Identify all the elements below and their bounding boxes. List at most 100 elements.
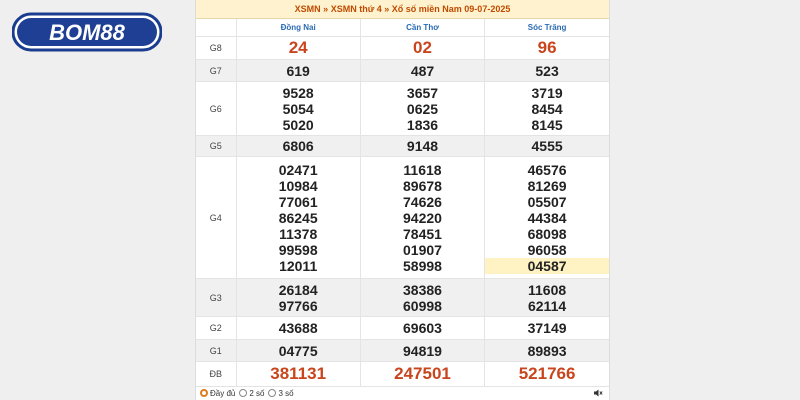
prize-value: 11608 [527,281,567,298]
prize-value: 487 [360,59,486,82]
prize-row-g8: G8 24 02 96 [196,36,609,60]
breadcrumb-current: Xổ số miền Nam 09-07-2025 [391,4,511,14]
prize-value: 02471 [278,161,318,178]
option-full[interactable]: Đầy đủ [196,389,235,398]
prize-value: 77061 [278,193,318,210]
prize-cell: 26184 97766 [236,278,361,317]
prize-value: 46576 [527,161,567,178]
prize-value: 9528 [282,84,314,101]
prize-label: G6 [196,81,237,136]
prize-value: 04775 [236,339,361,362]
prize-value: 5020 [282,116,314,133]
prize-value: 11618 [403,161,442,178]
prize-value: 619 [236,59,361,82]
prize-value: 60998 [403,297,442,314]
radio-2-digits[interactable] [239,389,248,397]
prize-cell: 11618 89678 74626 94220 78451 01907 5899… [360,156,486,279]
prize-row-g7: G7 619 487 523 [196,59,609,82]
prize-value: 4555 [484,135,609,157]
prize-value: 94819 [360,339,486,362]
prize-value: 62114 [527,297,567,314]
prize-value: 24 [236,36,361,60]
prize-label: G7 [196,59,237,82]
breadcrumb-sep: » [384,4,390,14]
prize-label: ĐB [196,361,237,387]
prize-value: 86245 [278,209,318,226]
prize-value: 8454 [531,100,563,117]
province-dong-nai[interactable]: Đồng Nai [236,19,361,37]
province-header-row: Đồng Nai Cần Thơ Sóc Trăng [196,19,609,37]
option-2-digits[interactable]: 2 số [235,389,264,398]
prize-value: 68098 [527,225,567,242]
prize-value: 01907 [403,241,442,258]
breadcrumb-xsmn-thu4[interactable]: XSMN thứ 4 [331,4,382,14]
option-3-digits[interactable]: 3 số [264,388,294,398]
option-3-label: 3 số [278,388,294,398]
option-full-label: Đầy đủ [210,388,236,398]
prize-value: 69603 [360,316,486,340]
prize-value-highlighted: 04587 [485,257,609,274]
logo-text: BOM88 [49,20,126,45]
prize-label: G3 [196,278,237,317]
breadcrumb-xsmn[interactable]: XSMN [295,4,321,14]
prize-value: 6806 [236,135,361,157]
prize-value: 05507 [527,193,567,210]
prize-value: 02 [360,36,486,60]
special-prize-value: 247501 [360,361,486,387]
province-can-tho[interactable]: Cần Thơ [360,19,486,37]
breadcrumb-sep: » [323,4,329,14]
prize-value: 3719 [531,84,563,101]
prize-label: G5 [196,135,237,157]
prize-row-special: ĐB 381131 247501 521766 [196,361,609,387]
prize-value: 96 [484,36,609,60]
prize-cell: 38386 60998 [360,278,486,317]
prize-value: 78451 [403,225,442,242]
prize-cell: 3657 0625 1836 [360,81,486,136]
prize-row-g1: G1 04775 94819 89893 [196,339,609,362]
prize-value: 89893 [484,339,609,362]
lottery-result-panel: XSMN » XSMN thứ 4 » Xổ số miền Nam 09-07… [195,0,610,400]
prize-value: 74626 [403,193,442,210]
prize-value: 37149 [484,316,609,340]
prize-label: G8 [196,36,237,60]
special-prize-value: 521766 [484,361,609,387]
prize-cell: 9528 5054 5020 [236,81,361,136]
prize-value: 10984 [278,177,318,194]
prize-row-g5: G5 6806 9148 4555 [196,135,609,157]
prize-value: 5054 [282,100,314,117]
mute-icon[interactable] [593,388,603,398]
prize-row-g6: G6 9528 5054 5020 3657 0625 1836 3719 84… [196,81,609,136]
option-2-label: 2 số [249,388,265,398]
prize-value: 9148 [360,135,486,157]
prize-value: 523 [484,59,609,82]
prize-label: G2 [196,316,237,340]
province-soc-trang[interactable]: Sóc Trăng [484,19,609,37]
prize-value: 44384 [527,209,567,226]
special-prize-value: 381131 [236,361,361,387]
prize-cell: 11608 62114 [484,278,609,317]
prize-value: 1836 [406,116,439,133]
prize-row-g4: G4 02471 10984 77061 86245 11378 99598 1… [196,156,609,279]
prize-value: 26184 [278,281,318,298]
prize-label: G4 [196,156,237,279]
bom88-logo: BOM88 [12,12,162,52]
prize-cell: 3719 8454 8145 [484,81,609,136]
prize-value: 38386 [403,281,442,298]
radio-full[interactable] [200,389,208,397]
prize-value: 58998 [403,257,442,274]
prize-cell: 02471 10984 77061 86245 11378 99598 1201… [236,156,361,279]
results-table: Đồng Nai Cần Thơ Sóc Trăng G8 24 02 96 G… [196,19,609,387]
prize-row-g2: G2 43688 69603 37149 [196,316,609,340]
prize-value: 99598 [278,241,318,258]
prize-label: G1 [196,339,237,362]
display-options: Đầy đủ 2 số 3 số [196,386,609,400]
prize-value: 3657 [406,84,439,101]
prize-value: 97766 [278,297,318,314]
prize-value: 81269 [527,177,567,194]
prize-cell: 46576 81269 05507 44384 68098 96058 0458… [484,156,609,279]
prize-value: 0625 [406,100,439,117]
prize-value: 11378 [279,225,318,242]
prize-value: 8145 [531,116,563,133]
prize-value: 96058 [527,241,567,258]
radio-3-digits[interactable] [268,389,277,397]
